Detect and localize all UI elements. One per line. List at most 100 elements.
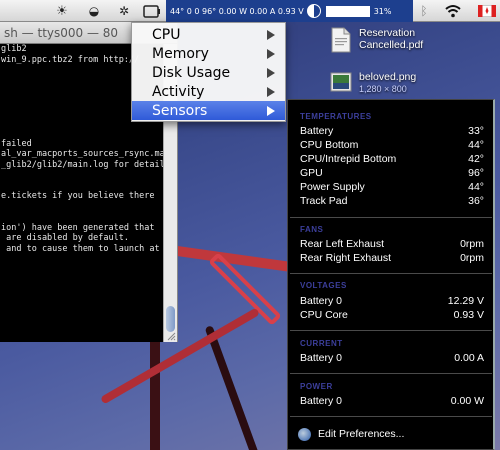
menu-item-label: Disk Usage	[152, 64, 231, 81]
section-title-current: CURRENT	[300, 339, 343, 348]
sensor-row: CPU Core 0.93 V	[300, 309, 484, 323]
menubar: ☀ ◒ ✲ 44° 0 0 96° 0.00 W 0.00 A 0.93 V 3…	[0, 0, 500, 22]
sensor-value: 42°	[468, 153, 484, 165]
section-title-power: POWER	[300, 382, 333, 391]
sensors-panel: TEMPERATURES Battery 33° CPU Bottom 44° CP…	[287, 99, 495, 450]
pie-icon	[306, 4, 321, 18]
flag-icon[interactable]	[478, 3, 496, 19]
resize-grip-icon[interactable]	[164, 329, 176, 341]
sensor-value: 0.00 A	[454, 352, 484, 364]
sensor-label: CPU/Intrepid Bottom	[300, 153, 397, 165]
menu-item-disk-usage[interactable]: Disk Usage	[132, 63, 285, 82]
sunrise-icon[interactable]: ◒	[86, 3, 102, 19]
section-divider	[290, 416, 492, 417]
section-divider	[290, 330, 492, 331]
sensor-value: 33°	[468, 125, 484, 137]
sensor-row: CPU/Intrepid Bottom 42°	[300, 153, 484, 167]
sensor-value: 0.93 V	[453, 309, 484, 321]
section-title-voltages: VOLTAGES	[300, 281, 347, 290]
submenu-arrow-icon	[267, 30, 275, 40]
desktop-file-beloved[interactable]: beloved.png 1,280 × 800	[330, 71, 416, 95]
usage-bar	[325, 5, 370, 17]
sensor-label: Power Supply	[300, 181, 365, 193]
sensor-label: CPU Bottom	[300, 139, 359, 151]
sensor-row: Power Supply 44°	[300, 181, 484, 195]
submenu-arrow-icon	[267, 68, 275, 78]
edit-preferences-label: Edit Preferences...	[318, 428, 405, 440]
sensor-row: Track Pad 36°	[300, 195, 484, 209]
sensor-label: Battery	[300, 125, 334, 137]
bluetooth-off-icon[interactable]: ✲	[117, 3, 131, 19]
sensor-label: GPU	[300, 167, 323, 179]
sensor-label: Battery 0	[300, 352, 343, 364]
section-title-fans: FANS	[300, 225, 324, 234]
menu-item-label: Sensors	[152, 102, 208, 119]
menu-item-cpu[interactable]: CPU	[132, 25, 285, 44]
terminal-line: and to cause them to launch at	[1, 243, 160, 254]
submenu-arrow-icon	[267, 49, 275, 59]
sun-icon[interactable]: ☀	[55, 3, 69, 19]
section-divider	[290, 273, 492, 274]
menubar-stats-text: 44° 0 0 96° 0.00 W 0.00 A 0.93 V	[170, 6, 304, 16]
wallpaper-beam	[204, 325, 264, 450]
submenu-arrow-icon	[267, 87, 275, 97]
desktop-file-dimensions: 1,280 × 800	[359, 84, 407, 94]
sensor-value: 36°	[468, 195, 484, 207]
section-divider	[290, 373, 492, 374]
pdf-file-icon	[331, 27, 351, 53]
menu-item-label: CPU	[152, 26, 181, 43]
sensor-row: Rear Left Exhaust 0rpm	[300, 238, 484, 252]
menu-item-activity[interactable]: Activity	[132, 82, 285, 101]
sensor-value: 44°	[468, 139, 484, 151]
sensor-value: 0rpm	[460, 252, 484, 264]
sensor-label: Track Pad	[300, 195, 348, 207]
sensor-value: 44°	[468, 181, 484, 193]
terminal-line: _glib2/glib2/main.log for detail	[1, 159, 164, 170]
globe-icon	[298, 427, 311, 441]
menubar-percent: 31%	[373, 6, 392, 16]
section-divider	[290, 217, 492, 218]
desktop-file-label: Cancelled.pdf	[359, 39, 424, 51]
display-icon[interactable]	[143, 3, 161, 19]
terminal-line: are disabled by default.	[1, 233, 129, 243]
menu-item-label: Memory	[152, 45, 209, 62]
desktop-file-label: Reservation	[359, 27, 416, 39]
sensor-row: GPU 96°	[300, 167, 484, 181]
sensor-value: 12.29 V	[447, 295, 484, 307]
terminal-line: ion') have been generated that	[1, 222, 155, 233]
istat-menubar-strip[interactable]: 44° 0 0 96° 0.00 W 0.00 A 0.93 V 31%	[166, 0, 413, 22]
menu-item-memory[interactable]: Memory	[132, 44, 285, 63]
desktop-file-label: beloved.png	[359, 71, 417, 83]
terminal-line: al_var_macports_sources_rsync.ma	[1, 149, 164, 159]
section-title-temperatures: TEMPERATURES	[300, 112, 372, 121]
image-file-icon	[330, 72, 352, 92]
sensor-value: 0rpm	[460, 238, 484, 250]
sensor-row: Battery 0 0.00 A	[300, 352, 484, 366]
bluetooth-icon[interactable]: ᛒ	[418, 3, 430, 19]
sensor-row: Battery 0 12.29 V	[300, 295, 484, 309]
terminal-line: failed	[1, 138, 32, 149]
edit-preferences-item[interactable]: Edit Preferences...	[298, 426, 404, 442]
sensor-label: CPU Core	[300, 309, 348, 321]
istat-dropdown-menu: CPU Memory Disk Usage Activity Sensors	[131, 22, 286, 122]
sensor-value: 0.00 W	[450, 395, 484, 407]
terminal-line: e.tickets if you believe there	[1, 191, 155, 201]
wifi-icon[interactable]	[444, 3, 462, 19]
sensor-value: 96°	[468, 167, 484, 179]
sensor-label: Rear Right Exhaust	[300, 252, 392, 264]
menu-item-label: Activity	[152, 83, 205, 100]
sensor-row: Battery 0 0.00 W	[300, 395, 484, 409]
submenu-arrow-icon	[267, 106, 275, 116]
sensor-row: Rear Right Exhaust 0rpm	[300, 252, 484, 266]
sensor-label: Battery 0	[300, 295, 343, 307]
sensor-row: CPU Bottom 44°	[300, 139, 484, 153]
menu-item-sensors[interactable]: Sensors	[132, 101, 285, 120]
sensor-row: Battery 33°	[300, 125, 484, 139]
desktop-file-reservation[interactable]: Reservation Cancelled.pdf	[330, 27, 423, 53]
sensor-label: Rear Left Exhaust	[300, 238, 385, 250]
